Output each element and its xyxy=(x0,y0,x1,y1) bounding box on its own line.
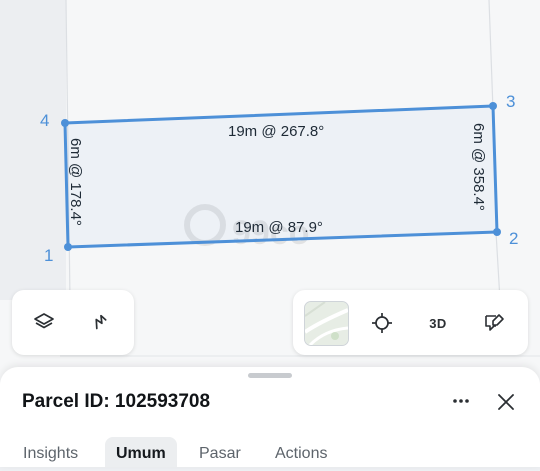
vertex-2-marker[interactable] xyxy=(493,228,501,236)
satellite-thumbnail[interactable] xyxy=(304,301,349,346)
more-icon xyxy=(453,399,469,403)
map-view-controls: 3D xyxy=(293,290,528,355)
vertex-1-label: 1 xyxy=(44,246,53,265)
edge-bottom-label: 19m @ 87.9° xyxy=(235,219,323,236)
locate-icon xyxy=(372,313,392,333)
parcel-title: Parcel ID: 102593708 xyxy=(22,391,211,412)
more-options-button[interactable] xyxy=(446,389,476,413)
tab-insights[interactable]: Insights xyxy=(12,437,89,467)
drag-handle[interactable] xyxy=(248,373,292,378)
locate-button[interactable] xyxy=(364,305,400,341)
edge-right-label: 6m @ 358.4° xyxy=(470,123,487,211)
close-button[interactable] xyxy=(493,389,519,415)
tab-pasar[interactable]: Pasar xyxy=(188,437,252,467)
vertex-3-marker[interactable] xyxy=(489,102,497,110)
feedback-button[interactable] xyxy=(476,305,512,341)
feedback-icon xyxy=(485,314,504,331)
3d-toggle-button[interactable]: 3D xyxy=(420,305,456,341)
vertex-1-marker[interactable] xyxy=(64,243,72,251)
measure-button[interactable] xyxy=(82,304,118,340)
edge-top-label: 19m @ 267.8° xyxy=(228,123,324,140)
vertex-4-marker[interactable] xyxy=(61,119,69,127)
close-icon xyxy=(498,394,514,410)
parcel-bottom-sheet[interactable]: Parcel ID: 102593708 Insights Umum Pasar… xyxy=(0,367,540,467)
3d-label: 3D xyxy=(429,315,447,331)
tab-actions[interactable]: Actions xyxy=(264,437,338,467)
vertex-4-label: 4 xyxy=(40,111,49,130)
map-style-icon xyxy=(305,302,348,345)
tab-umum[interactable]: Umum xyxy=(105,437,177,467)
map-tools-panel xyxy=(12,290,134,355)
edge-left-label: 6m @ 178.4° xyxy=(67,138,84,226)
vertex-3-label: 3 xyxy=(506,92,515,111)
vertex-2-label: 2 xyxy=(509,229,518,248)
layers-button[interactable] xyxy=(26,304,62,340)
measure-icon xyxy=(95,314,107,330)
layers-icon xyxy=(34,313,54,329)
